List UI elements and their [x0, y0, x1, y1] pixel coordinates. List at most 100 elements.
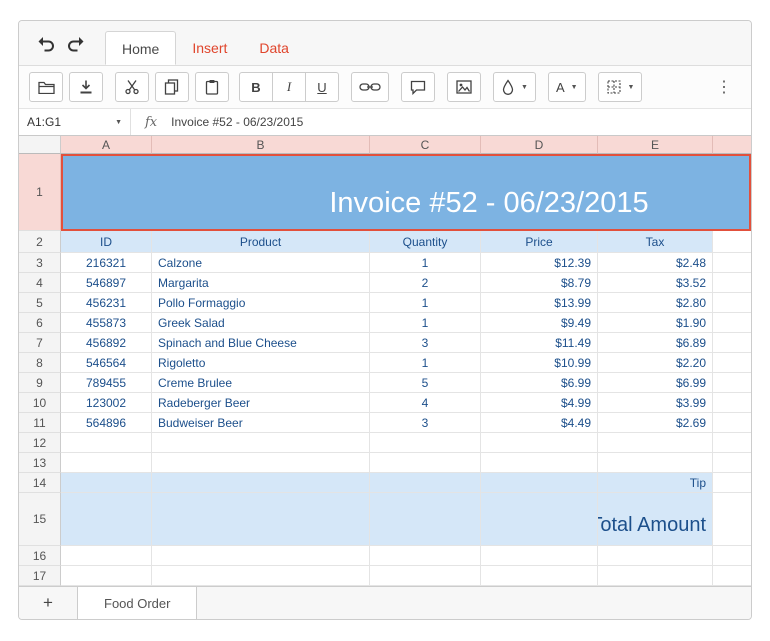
- empty-cell[interactable]: [152, 453, 370, 473]
- empty-cell[interactable]: [370, 566, 481, 586]
- column-header[interactable]: D: [481, 136, 598, 154]
- data-cell[interactable]: Margarita: [152, 273, 370, 293]
- data-cell[interactable]: 1: [370, 353, 481, 373]
- data-cell[interactable]: 216321: [61, 253, 152, 273]
- header-cell[interactable]: Price: [481, 231, 598, 253]
- row-header[interactable]: 12: [19, 433, 61, 453]
- data-cell[interactable]: 3: [370, 413, 481, 433]
- empty-cell[interactable]: [152, 433, 370, 453]
- empty-cell[interactable]: [713, 433, 751, 453]
- band-cell[interactable]: [370, 493, 481, 546]
- row-header[interactable]: 5: [19, 293, 61, 313]
- band-cell[interactable]: [370, 473, 481, 493]
- empty-cell[interactable]: [598, 546, 713, 566]
- empty-cell[interactable]: [713, 353, 751, 373]
- redo-button[interactable]: [61, 30, 91, 56]
- empty-cell[interactable]: [61, 433, 152, 453]
- row-header[interactable]: 7: [19, 333, 61, 353]
- select-all-corner[interactable]: [19, 136, 61, 154]
- data-cell[interactable]: $4.49: [481, 413, 598, 433]
- data-cell[interactable]: $1.90: [598, 313, 713, 333]
- data-cell[interactable]: $4.99: [481, 393, 598, 413]
- data-cell[interactable]: 3: [370, 333, 481, 353]
- data-cell[interactable]: 5: [370, 373, 481, 393]
- empty-cell[interactable]: [61, 453, 152, 473]
- column-header[interactable]: B: [152, 136, 370, 154]
- data-cell[interactable]: Calzone: [152, 253, 370, 273]
- background-color-button[interactable]: ▼: [493, 72, 536, 102]
- empty-cell[interactable]: [481, 566, 598, 586]
- row-header[interactable]: 15: [19, 493, 61, 546]
- data-cell[interactable]: 456892: [61, 333, 152, 353]
- empty-cell[interactable]: [713, 313, 751, 333]
- invoice-title-cell[interactable]: Invoice #52 - 06/23/2015: [61, 154, 751, 231]
- tab-data[interactable]: Data: [243, 31, 305, 65]
- bold-button[interactable]: B: [239, 72, 273, 102]
- data-cell[interactable]: 456231: [61, 293, 152, 313]
- tab-home[interactable]: Home: [105, 31, 177, 65]
- empty-cell[interactable]: [152, 546, 370, 566]
- empty-cell[interactable]: [713, 453, 751, 473]
- data-cell[interactable]: $3.99: [598, 393, 713, 413]
- row-header[interactable]: 6: [19, 313, 61, 333]
- formula-input[interactable]: Invoice #52 - 06/23/2015: [167, 115, 751, 129]
- empty-cell[interactable]: [713, 413, 751, 433]
- data-cell[interactable]: $6.99: [481, 373, 598, 393]
- data-cell[interactable]: Rigoletto: [152, 353, 370, 373]
- empty-cell[interactable]: [370, 546, 481, 566]
- row-header[interactable]: 9: [19, 373, 61, 393]
- paste-button[interactable]: [195, 72, 229, 102]
- data-cell[interactable]: Pollo Formaggio: [152, 293, 370, 313]
- tab-insert[interactable]: Insert: [176, 31, 243, 65]
- data-cell[interactable]: Greek Salad: [152, 313, 370, 333]
- data-cell[interactable]: Budweiser Beer: [152, 413, 370, 433]
- data-cell[interactable]: 4: [370, 393, 481, 413]
- empty-cell[interactable]: [713, 566, 751, 586]
- row-header[interactable]: 2: [19, 231, 61, 253]
- data-cell[interactable]: 1: [370, 313, 481, 333]
- data-cell[interactable]: 455873: [61, 313, 152, 333]
- data-cell[interactable]: $11.49: [481, 333, 598, 353]
- empty-cell[interactable]: [713, 473, 751, 493]
- copy-button[interactable]: [155, 72, 189, 102]
- column-header-stub[interactable]: [713, 136, 751, 154]
- empty-cell[interactable]: [481, 453, 598, 473]
- band-cell[interactable]: [152, 473, 370, 493]
- data-cell[interactable]: 564896: [61, 413, 152, 433]
- column-header[interactable]: A: [61, 136, 152, 154]
- column-header[interactable]: C: [370, 136, 481, 154]
- data-cell[interactable]: Spinach and Blue Cheese: [152, 333, 370, 353]
- empty-cell[interactable]: [152, 566, 370, 586]
- font-color-button[interactable]: A ▼: [547, 72, 586, 102]
- empty-cell[interactable]: [713, 273, 751, 293]
- empty-cell[interactable]: [713, 333, 751, 353]
- row-header[interactable]: 3: [19, 253, 61, 273]
- image-button[interactable]: [447, 72, 481, 102]
- data-cell[interactable]: $2.69: [598, 413, 713, 433]
- row-header[interactable]: 11: [19, 413, 61, 433]
- data-cell[interactable]: 546897: [61, 273, 152, 293]
- borders-button[interactable]: ▼: [597, 72, 643, 102]
- data-cell[interactable]: Radeberger Beer: [152, 393, 370, 413]
- empty-cell[interactable]: [713, 253, 751, 273]
- empty-cell[interactable]: [61, 546, 152, 566]
- cut-button[interactable]: [115, 72, 149, 102]
- empty-cell[interactable]: [713, 393, 751, 413]
- empty-cell[interactable]: [598, 566, 713, 586]
- row-header[interactable]: 4: [19, 273, 61, 293]
- tip-label-cell[interactable]: Tip: [598, 473, 713, 493]
- empty-cell[interactable]: [370, 453, 481, 473]
- header-cell[interactable]: ID: [61, 231, 152, 253]
- header-cell[interactable]: Product: [152, 231, 370, 253]
- empty-cell[interactable]: [598, 433, 713, 453]
- italic-button[interactable]: I: [272, 72, 306, 102]
- empty-cell[interactable]: [61, 566, 152, 586]
- data-cell[interactable]: 1: [370, 253, 481, 273]
- total-label-cell[interactable]: Total Amount: [598, 493, 713, 546]
- empty-cell[interactable]: [713, 493, 751, 546]
- data-cell[interactable]: $2.80: [598, 293, 713, 313]
- header-cell[interactable]: Tax: [598, 231, 713, 253]
- header-cell[interactable]: Quantity: [370, 231, 481, 253]
- undo-button[interactable]: [31, 30, 61, 56]
- row-header[interactable]: 10: [19, 393, 61, 413]
